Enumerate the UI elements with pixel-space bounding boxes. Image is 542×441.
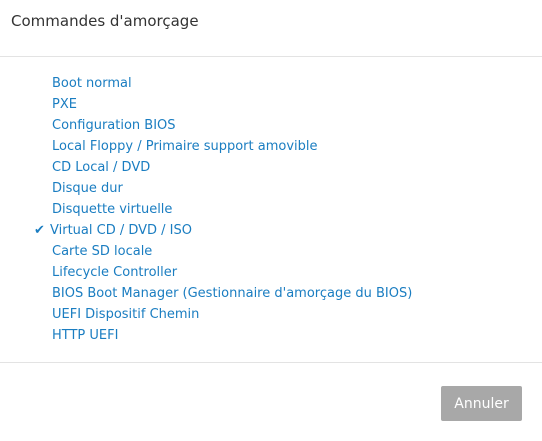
dialog-header: Commandes d'amorçage <box>0 0 542 57</box>
dialog-footer: Annuler <box>0 362 542 441</box>
checkmark-icon: ✔ <box>34 223 45 238</box>
boot-option-uefi-http[interactable]: HTTP UEFI <box>34 325 412 346</box>
boot-option-local-sd-card[interactable]: Carte SD locale <box>34 241 412 262</box>
boot-option-lifecycle-controller[interactable]: Lifecycle Controller <box>34 262 412 283</box>
dialog-title: Commandes d'amorçage <box>11 12 199 30</box>
boot-option-virtual-floppy[interactable]: Disquette virtuelle <box>34 199 412 220</box>
boot-commands-dialog: Commandes d'amorçage Boot normal PXE Con… <box>0 0 542 441</box>
boot-options-list: Boot normal PXE Configuration BIOS Local… <box>34 73 412 346</box>
boot-option-local-floppy[interactable]: Local Floppy / Primaire support amovible <box>34 136 412 157</box>
boot-option-bios-boot-manager[interactable]: BIOS Boot Manager (Gestionnaire d'amorça… <box>34 283 412 304</box>
cancel-button[interactable]: Annuler <box>441 386 522 421</box>
boot-option-virtual-cd-dvd-iso[interactable]: ✔ Virtual CD / DVD / ISO <box>34 220 412 241</box>
boot-option-pxe[interactable]: PXE <box>34 94 412 115</box>
boot-option-local-cd-dvd[interactable]: CD Local / DVD <box>34 157 412 178</box>
dialog-body: Boot normal PXE Configuration BIOS Local… <box>0 57 542 362</box>
boot-option-normal[interactable]: Boot normal <box>34 73 412 94</box>
boot-option-uefi-device-path[interactable]: UEFI Dispositif Chemin <box>34 304 412 325</box>
boot-option-hard-disk[interactable]: Disque dur <box>34 178 412 199</box>
boot-option-bios-setup[interactable]: Configuration BIOS <box>34 115 412 136</box>
